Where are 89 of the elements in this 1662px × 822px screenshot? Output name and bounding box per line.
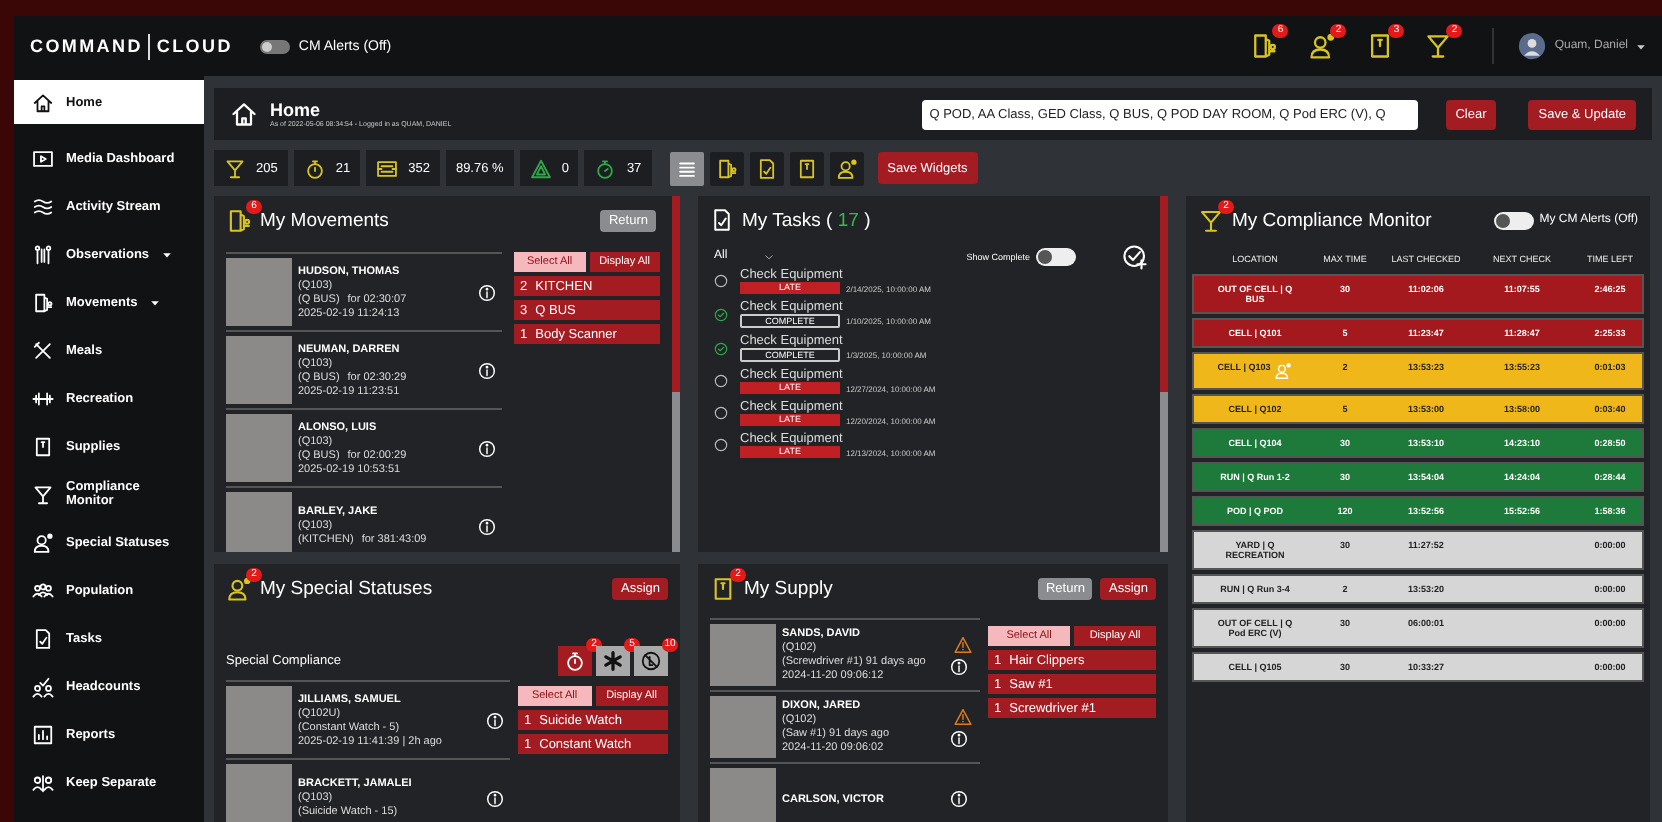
checked-document-icon bbox=[32, 627, 54, 649]
toggle-switch[interactable] bbox=[260, 39, 291, 53]
person-icon[interactable] bbox=[1308, 32, 1337, 60]
door-icon bbox=[226, 207, 252, 233]
widget-toggle-button[interactable] bbox=[709, 151, 744, 185]
widget-title: My Movements bbox=[260, 209, 389, 231]
scrollbar[interactable] bbox=[672, 196, 680, 552]
photo-placeholder bbox=[226, 336, 292, 404]
checked-circle-icon[interactable] bbox=[714, 341, 728, 355]
widget-title: My Compliance Monitor bbox=[1232, 209, 1432, 231]
no-symbol-icon bbox=[640, 650, 662, 672]
widget-title: My Supply bbox=[744, 577, 833, 599]
checked-document-icon bbox=[755, 157, 778, 179]
chevron-icon bbox=[763, 251, 774, 261]
info-icon[interactable] bbox=[950, 729, 968, 747]
locker-icon bbox=[32, 435, 54, 457]
scrollbar-thumb[interactable] bbox=[672, 196, 680, 392]
stopwatch-icon bbox=[564, 650, 586, 672]
avatar-icon[interactable] bbox=[1518, 32, 1547, 60]
list-icon bbox=[675, 157, 698, 179]
info-icon[interactable] bbox=[478, 439, 496, 457]
cocktail-glass-icon bbox=[1198, 207, 1224, 233]
fork-knife-icon bbox=[32, 339, 54, 361]
logo-text: COMMAND bbox=[30, 36, 143, 56]
stopwatch-icon bbox=[594, 157, 617, 179]
widget-title: My Special Statuses bbox=[260, 577, 433, 599]
widget-toggle-button[interactable] bbox=[749, 151, 784, 185]
widget-toggle-button[interactable] bbox=[829, 151, 864, 185]
logo-text: CLOUD bbox=[156, 36, 233, 56]
widget-toggle-button[interactable] bbox=[669, 151, 704, 185]
info-icon[interactable] bbox=[478, 517, 496, 535]
people-icon bbox=[32, 579, 54, 601]
door-icon[interactable] bbox=[1250, 32, 1279, 60]
add-task-icon[interactable] bbox=[1122, 243, 1148, 269]
separated-people-icon bbox=[32, 771, 54, 793]
scrollbar[interactable] bbox=[1160, 196, 1168, 552]
circle-icon[interactable] bbox=[714, 274, 728, 288]
people-check-icon bbox=[32, 675, 54, 697]
photo-placeholder bbox=[226, 414, 292, 482]
cocktail-glass-icon bbox=[224, 157, 246, 179]
door-icon bbox=[32, 291, 54, 313]
person-icon bbox=[835, 157, 858, 179]
checked-circle-icon[interactable] bbox=[714, 307, 728, 321]
door-icon bbox=[715, 157, 738, 179]
locker-icon bbox=[710, 575, 736, 601]
circle-icon[interactable] bbox=[714, 438, 728, 452]
info-icon[interactable] bbox=[950, 657, 968, 675]
cocktail-glass-icon[interactable] bbox=[1424, 32, 1453, 60]
photo-placeholder bbox=[710, 696, 776, 758]
scrollbar-thumb[interactable] bbox=[1160, 196, 1168, 392]
toggle-switch[interactable] bbox=[1493, 211, 1534, 229]
play-icon bbox=[32, 147, 54, 169]
person-icon bbox=[226, 575, 252, 601]
caret-icon bbox=[1636, 41, 1646, 51]
widget-toggle-button[interactable] bbox=[789, 151, 824, 185]
photo-placeholder bbox=[226, 492, 292, 552]
info-icon[interactable] bbox=[486, 789, 504, 807]
info-icon[interactable] bbox=[478, 283, 496, 301]
status-filter-button[interactable] bbox=[634, 646, 668, 676]
checked-document-icon bbox=[710, 208, 734, 232]
waves-icon bbox=[32, 195, 54, 217]
locker-icon[interactable] bbox=[1366, 32, 1395, 60]
status-filter-button[interactable] bbox=[596, 646, 630, 676]
stopwatch-icon bbox=[303, 157, 326, 179]
dumbbell-icon bbox=[32, 387, 54, 409]
triangle-icon bbox=[529, 157, 552, 179]
photo-placeholder bbox=[710, 768, 776, 822]
info-icon[interactable] bbox=[950, 790, 968, 808]
locker-icon bbox=[795, 157, 818, 179]
toggle-switch[interactable] bbox=[1036, 247, 1076, 265]
status-filter-button[interactable] bbox=[558, 646, 592, 676]
frame-icon bbox=[376, 157, 399, 179]
figures-icon bbox=[32, 243, 54, 265]
photo-placeholder bbox=[710, 624, 776, 686]
asterisk-icon bbox=[602, 650, 624, 672]
widget-title: My Tasks ( 17 ) bbox=[742, 209, 871, 231]
circle-icon[interactable] bbox=[714, 406, 728, 420]
info-icon[interactable] bbox=[486, 711, 504, 729]
photo-placeholder bbox=[226, 764, 292, 822]
person-icon bbox=[32, 531, 54, 553]
info-icon[interactable] bbox=[478, 361, 496, 379]
home-icon bbox=[230, 100, 258, 128]
photo-placeholder bbox=[226, 686, 292, 754]
cocktail-glass-icon bbox=[32, 483, 54, 505]
home-icon bbox=[32, 91, 54, 113]
page-title: Home bbox=[270, 100, 323, 120]
photo-placeholder bbox=[226, 258, 292, 326]
bar-chart-icon bbox=[32, 723, 54, 745]
circle-icon[interactable] bbox=[714, 374, 728, 388]
